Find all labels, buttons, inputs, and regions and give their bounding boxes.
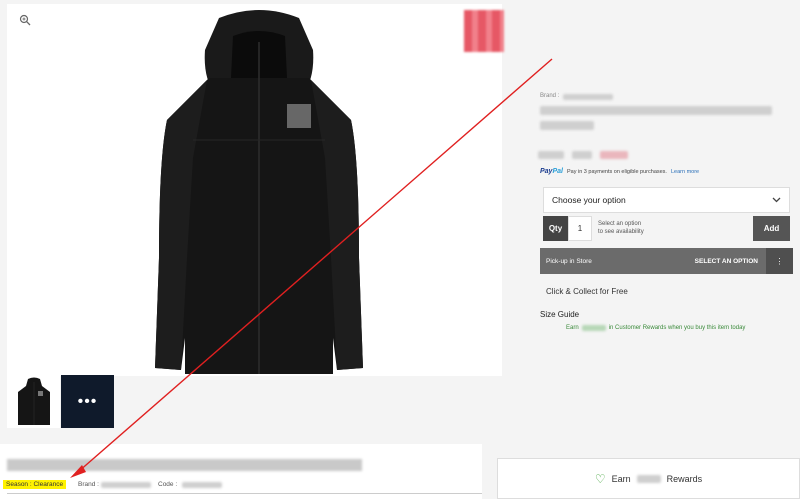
pickup-label: Pick-up in Store <box>546 257 592 265</box>
heart-icon: ♡ <box>594 471 606 486</box>
add-to-cart-button[interactable]: Add <box>753 216 790 241</box>
brand-value-bottom-redacted <box>101 482 151 488</box>
brand-logo <box>464 10 504 52</box>
quantity-row: Qty 1 Select an option to see availabili… <box>543 216 790 241</box>
rewards-amount-redacted <box>581 325 606 331</box>
earn-suffix: Rewards <box>666 473 703 484</box>
earn-amount-redacted <box>636 474 661 483</box>
brand-value-redacted <box>563 94 613 100</box>
qty-input[interactable]: 1 <box>568 216 592 241</box>
product-details-section <box>0 444 482 499</box>
more-dots-icon: ••• <box>77 392 98 410</box>
option-select-value: Choose your option <box>552 195 626 205</box>
earn-rewards-box: ♡ Earn Rewards <box>497 458 800 499</box>
product-image[interactable] <box>137 8 382 378</box>
rewards-info: Earn in Customer Rewards when you buy th… <box>566 325 746 331</box>
paypal-text: Pay in 3 payments on eligible purchases. <box>566 168 667 175</box>
option-select[interactable]: Choose your option <box>543 187 790 213</box>
sale-price-redacted <box>600 151 628 159</box>
earn-prefix: Earn <box>611 473 631 484</box>
pickup-select-option[interactable]: SELECT AN OPTION <box>695 258 766 265</box>
brand-label-bottom: Brand : <box>78 481 99 488</box>
divider <box>7 493 482 494</box>
product-title-redacted-2 <box>540 121 594 130</box>
magnifier-icon[interactable] <box>17 12 33 28</box>
learn-more-link[interactable]: Learn more <box>671 169 699 175</box>
availability-hint: Select an option to see availability <box>598 221 644 235</box>
price-redacted <box>538 151 564 159</box>
code-label: Code : <box>158 481 178 488</box>
click-collect-text: Click & Collect for Free <box>546 287 628 296</box>
chevron-down-icon <box>772 195 781 205</box>
pickup-in-store-bar[interactable]: Pick-up in Store SELECT AN OPTION ⋮ <box>540 248 793 274</box>
size-guide-link[interactable]: Size Guide <box>540 310 579 319</box>
product-image-gallery <box>7 4 504 378</box>
price-redacted-2 <box>572 151 592 159</box>
qty-label: Qty <box>543 216 568 241</box>
thumbnail-more[interactable]: ••• <box>61 375 114 428</box>
paypal-banner: PayPal Pay in 3 payments on eligible pur… <box>540 168 699 175</box>
thumbnail-jacket[interactable] <box>7 375 60 428</box>
product-name-redacted <box>7 459 362 471</box>
brand-label: Brand : <box>540 93 560 99</box>
paypal-logo: PayPal <box>540 168 563 175</box>
season-badge: Season : Clearance <box>3 480 67 489</box>
product-title-redacted <box>540 106 772 115</box>
kebab-menu-icon[interactable]: ⋮ <box>766 248 793 274</box>
code-value-redacted <box>182 482 222 488</box>
